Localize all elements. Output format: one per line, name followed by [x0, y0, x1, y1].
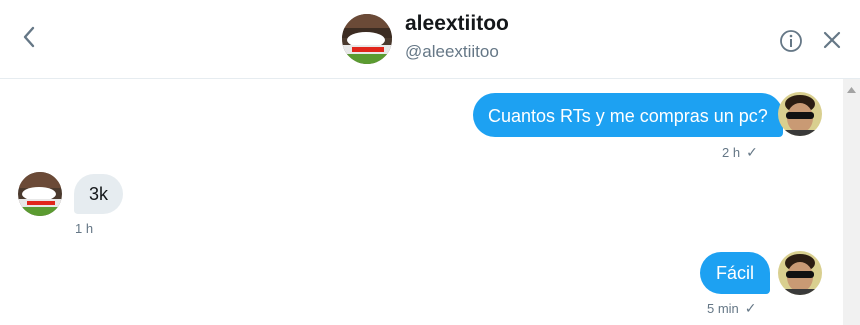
- caret-up-icon: [847, 87, 856, 93]
- contact-name: aleextiitoo: [405, 12, 509, 35]
- message-meta: 1 h: [75, 221, 93, 236]
- scroll-up-button[interactable]: [843, 83, 860, 97]
- close-icon: [823, 31, 841, 49]
- message-bubble-sent[interactable]: Fácil: [700, 252, 771, 294]
- message-meta: 5 min ✓: [707, 300, 757, 317]
- info-button[interactable]: [778, 28, 804, 54]
- info-icon: [780, 30, 802, 52]
- user-avatar[interactable]: [778, 251, 822, 295]
- close-button[interactable]: [820, 28, 844, 52]
- contact-message-avatar[interactable]: [18, 172, 62, 216]
- check-icon: ✓: [744, 300, 757, 316]
- message-time: 1 h: [75, 221, 94, 236]
- message-text: 3k: [89, 184, 109, 204]
- message-meta: 2 h ✓: [722, 144, 758, 161]
- chevron-left-icon: [23, 26, 35, 48]
- message-bubble-received[interactable]: 3k: [74, 174, 124, 214]
- user-avatar[interactable]: [778, 92, 822, 136]
- scrollbar[interactable]: [843, 79, 860, 325]
- message-time: 5 min: [707, 301, 739, 316]
- message-text: Cuantos RTs y me compras un pc?: [488, 106, 768, 126]
- back-button[interactable]: [14, 22, 44, 52]
- message-time: 2 h: [722, 145, 741, 160]
- contact-handle: @aleextiitoo: [405, 42, 499, 61]
- message-bubble-sent[interactable]: Cuantos RTs y me compras un pc?: [473, 93, 783, 137]
- message-text: Fácil: [716, 263, 755, 283]
- contact-avatar[interactable]: [342, 14, 392, 64]
- conversation-header: aleextiitoo @aleextiitoo: [0, 0, 860, 79]
- check-icon: ✓: [746, 144, 758, 160]
